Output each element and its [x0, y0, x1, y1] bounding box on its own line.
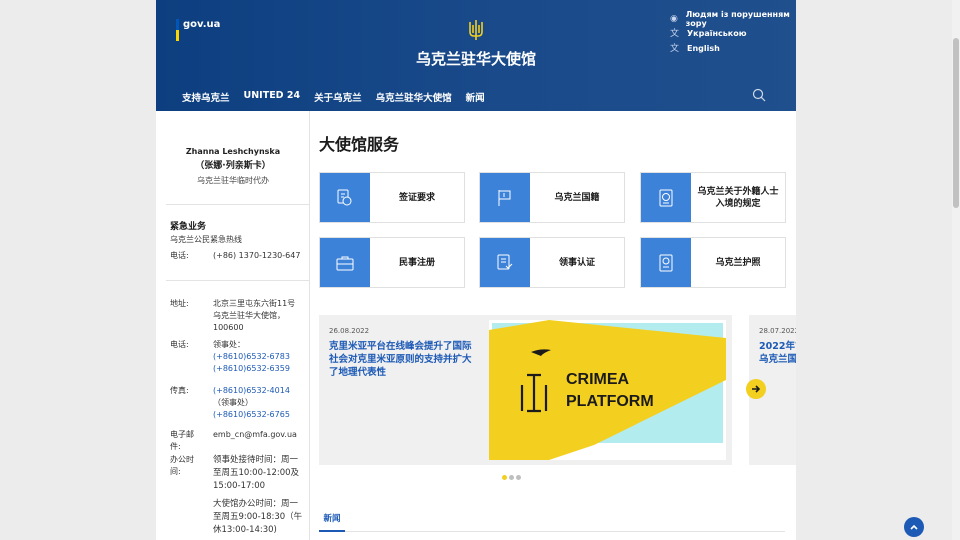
phone-row: 电话: 领事处： (+8610)6532-6783 (+8610)6532-6359 [170, 340, 290, 373]
translate-icon: 文 [670, 28, 680, 39]
gov-ua-label: gov.ua [183, 19, 221, 30]
nav-support-ukraine[interactable]: 支持乌克兰 [182, 90, 230, 104]
page: gov.ua 乌克兰驻华大使馆 ◉ Людям із порушенням зор… [156, 0, 796, 540]
urgent-block: 紧急业务 乌克兰公民紧急热线 [170, 219, 305, 245]
nav-united24[interactable]: UNITED 24 [244, 90, 301, 104]
ambassador-block: Zhanna Leshchynska （张娜·列亲斯卡） 乌克兰驻华临时代办 [156, 147, 310, 186]
briefcase-icon [320, 238, 370, 287]
service-card-civil-registration[interactable]: 民事注册 [319, 237, 465, 288]
arrow-right-icon [752, 385, 761, 393]
divider [166, 204, 310, 205]
ukraine-flag-bar [176, 19, 179, 41]
slide-title-link[interactable]: 克里米亚平台在线峰会提升了国际社会对克里米亚原则的支持并扩大了地理代表性 [329, 340, 474, 379]
service-card-entry-rules[interactable]: 乌克兰关于外籍人士入境的规定 [640, 172, 786, 223]
page-title: 大使馆服务 [319, 135, 400, 154]
content-tabs: 新闻 [319, 508, 785, 532]
tab-news[interactable]: 新闻 [319, 508, 345, 532]
service-card-label: 乌克兰关于外籍人士入境的规定 [697, 186, 779, 209]
flag-icon [480, 173, 530, 222]
slide-date: 28.07.2022 [759, 327, 796, 335]
slide-date: 26.08.2022 [329, 327, 370, 335]
sidebar: Zhanna Leshchynska （张娜·列亲斯卡） 乌克兰驻华临时代办 紧… [156, 111, 310, 540]
service-card-label: 乌克兰护照 [715, 257, 761, 268]
fax-link-1[interactable]: (+8610)6532-4014 [213, 386, 290, 395]
image-text-line-2: PLATFORM [566, 393, 654, 410]
service-card-visa[interactable]: 签证要求 [319, 172, 465, 223]
news-slide[interactable]: 26.08.2022 克里米亚平台在线峰会提升了国际社会对克里米亚原则的支持并扩… [319, 315, 732, 465]
nav-embassy[interactable]: 乌克兰驻华大使馆 [376, 90, 452, 104]
document-check-icon [480, 238, 530, 287]
phone-link-1[interactable]: (+8610)6532-6783 [213, 352, 290, 361]
service-card-passport[interactable]: 乌克兰护照 [640, 237, 786, 288]
service-card-legalization[interactable]: 领事认证 [479, 237, 625, 288]
lang-english-link[interactable]: 文 English [670, 41, 796, 56]
service-card-label: 民事注册 [398, 257, 435, 268]
accessibility-link[interactable]: ◉ Людям із порушенням зору [670, 10, 796, 28]
crimea-platform-image: CRIMEA PLATFORM [489, 320, 726, 460]
ambassador-title: 乌克兰驻华临时代办 [197, 176, 269, 185]
scroll-to-top-button[interactable] [904, 517, 924, 537]
slider-dot[interactable] [509, 475, 514, 480]
slider-next-button[interactable] [746, 379, 766, 399]
urgent-phone-row: 电话: (+86) 1370-1230-647 [170, 250, 301, 262]
email-row: 电子邮件: emb_cn@mfa.gov.ua [170, 429, 297, 453]
main-nav: 支持乌克兰 UNITED 24 关于乌克兰 乌克兰驻华大使馆 新闻 [182, 90, 499, 104]
fax-row: 传真: (+8610)6532-4014 （领事处） (+8610)6532-676… [170, 386, 290, 419]
scrollbar-thumb[interactable] [953, 38, 959, 208]
slider-dots [502, 475, 523, 480]
email-link[interactable]: emb_cn@mfa.gov.ua [213, 429, 297, 453]
trident-icon[interactable] [468, 19, 484, 41]
urgent-subtitle: 乌克兰公民紧急热线 [170, 235, 242, 244]
service-card-label: 签证要求 [398, 192, 435, 203]
service-card-citizenship[interactable]: 乌克兰国籍 [479, 172, 625, 223]
visa-icon [320, 173, 370, 222]
urgent-phone-link[interactable]: (+86) 1370-1230-647 [213, 250, 300, 262]
slider-dot[interactable] [516, 475, 521, 480]
service-card-label: 乌克兰国籍 [554, 192, 600, 203]
nav-news[interactable]: 新闻 [466, 90, 485, 104]
phone-link-2[interactable]: (+8610)6532-6359 [213, 364, 290, 373]
eye-icon: ◉ [670, 13, 678, 24]
ambassador-name-cn: （张娜·列亲斯卡） [195, 161, 271, 171]
language-menu: ◉ Людям із порушенням зору 文 Українською 文… [670, 10, 796, 56]
site-header: gov.ua 乌克兰驻华大使馆 ◉ Людям із порушенням зор… [156, 0, 796, 111]
fax-link-2[interactable]: (+8610)6532-6765 [213, 410, 290, 419]
gov-ua-link[interactable]: gov.ua [176, 19, 220, 41]
ambassador-name: Zhanna Leshchynska [185, 147, 281, 156]
service-card-label: 领事认证 [558, 257, 595, 268]
chevron-up-icon [910, 524, 918, 530]
passport-icon [641, 238, 691, 287]
divider [166, 280, 310, 281]
translate-icon: 文 [670, 43, 680, 54]
passport-stamp-icon [641, 173, 691, 222]
address-row: 地址: 北京三里屯东六街11号 乌克兰驻华大使馆， 100600 [170, 299, 296, 332]
search-icon[interactable] [752, 88, 766, 102]
lang-ukrainian-link[interactable]: 文 Українською [670, 26, 796, 41]
image-text-line-1: CRIMEA [566, 371, 630, 388]
hours-row: 办公时间: 领事处接待时间：周一至周五10:00-12:00及15:00-17:… [170, 455, 303, 535]
main-content: 大使馆服务 签证要求 乌克兰国籍 乌克兰关于外籍人士入境的规定 民事注册 领事认… [319, 111, 796, 540]
urgent-heading: 紧急业务 [170, 222, 207, 232]
slider-dot[interactable] [502, 475, 507, 480]
nav-about-ukraine[interactable]: 关于乌克兰 [314, 90, 362, 104]
slide-title-link[interactable]: 2022年7乌克兰国 [759, 340, 796, 366]
